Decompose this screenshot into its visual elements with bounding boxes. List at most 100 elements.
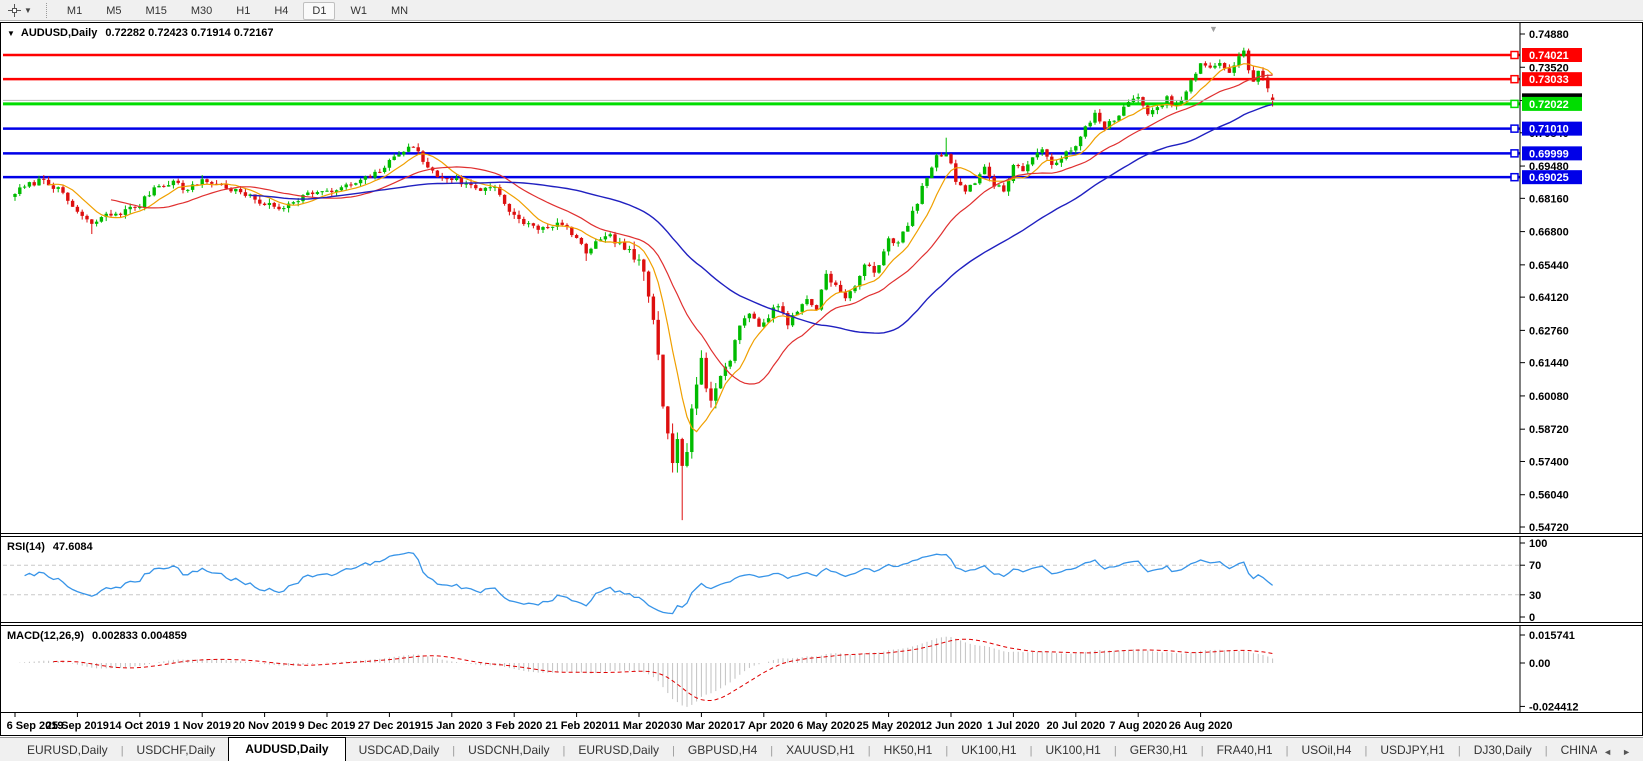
svg-text:0.68160: 0.68160 <box>1529 193 1569 205</box>
ma-line-8 <box>48 63 1274 433</box>
chart-tab-uk100-h1[interactable]: UK100,H1 <box>1032 739 1113 761</box>
svg-text:0.00: 0.00 <box>1529 658 1550 670</box>
svg-text:0.64120: 0.64120 <box>1529 292 1569 304</box>
chart-tab-usdchf-daily[interactable]: USDCHF,Daily <box>124 739 229 761</box>
chart-window: 0.748800.735200.721600.708400.694800.681… <box>0 22 1643 736</box>
svg-text:0.74880: 0.74880 <box>1529 29 1569 41</box>
svg-text:0: 0 <box>1529 612 1535 622</box>
svg-text:26 Aug 2020: 26 Aug 2020 <box>1169 720 1233 732</box>
timeframe-button-mn[interactable]: MN <box>382 2 417 20</box>
symbol-period-label: AUDUSD,Daily <box>20 27 98 39</box>
timeframe-button-h4[interactable]: H4 <box>265 2 297 20</box>
svg-text:25 Sep 2019: 25 Sep 2019 <box>46 720 109 732</box>
chart-tabs-bar: EURUSD,Daily | USDCHF,Daily AUDUSD,Daily USD… <box>0 737 1643 761</box>
svg-text:100: 100 <box>1529 538 1547 550</box>
scroll-marker-icon: ▼ <box>1209 24 1218 34</box>
svg-text:9 Dec 2019: 9 Dec 2019 <box>299 720 356 732</box>
svg-text:6 May 2020: 6 May 2020 <box>797 720 855 732</box>
timeframe-button-m30[interactable]: M30 <box>182 2 221 20</box>
rsi-name: RSI(14) <box>7 541 45 553</box>
macd-histogram <box>19 636 1274 707</box>
timeframe-button-d1[interactable]: D1 <box>303 1 336 20</box>
svg-text:0.69999: 0.69999 <box>1529 148 1569 160</box>
date-labels: 6 Sep 201925 Sep 2019 14 Oct 2019 1 Nov 20… <box>7 713 1233 732</box>
svg-text:0.62760: 0.62760 <box>1529 325 1569 337</box>
chart-tab-usdjpy-h1[interactable]: USDJPY,H1 <box>1367 739 1457 761</box>
chart-tab-audusd-daily[interactable]: AUDUSD,Daily <box>228 737 346 761</box>
level-badge: 0.72022 <box>1510 96 1582 111</box>
svg-text:0.54720: 0.54720 <box>1529 522 1569 533</box>
chart-tab-hk50-h1[interactable]: HK50,H1 <box>871 739 946 761</box>
svg-text:14 Oct 2019: 14 Oct 2019 <box>109 720 170 732</box>
svg-text:1 Jul 2020: 1 Jul 2020 <box>987 720 1040 732</box>
svg-text:0.56040: 0.56040 <box>1529 490 1569 502</box>
chart-tab-eurusd-daily[interactable]: EURUSD,Daily <box>565 739 672 761</box>
rsi-axis[interactable]: 100 70 30 0 <box>1519 537 1547 622</box>
svg-text:30: 30 <box>1529 590 1541 602</box>
chart-tabs: EURUSD,Daily | USDCHF,Daily AUDUSD,Daily USD… <box>0 737 1597 761</box>
macd-indicator-chart[interactable]: 0.015741 0.00 -0.024412 <box>1 626 1642 712</box>
crosshair-icon <box>8 3 21 17</box>
svg-text:15 Jan 2020: 15 Jan 2020 <box>421 720 483 732</box>
macd-name: MACD(12,26,9) <box>7 630 85 642</box>
crosshair-tool-button[interactable]: ▼ <box>4 3 36 18</box>
timeframe-toolbar: ▼ M1 M5 M15 M30 H1 H4 D1 W1 MN <box>0 0 1643 21</box>
chart-tab-china300-h1[interactable]: CHINA300,H1 <box>1548 739 1598 761</box>
svg-text:12 Jun 2020: 12 Jun 2020 <box>920 720 982 732</box>
svg-text:30 Mar 2020: 30 Mar 2020 <box>670 720 732 732</box>
svg-text:0.60080: 0.60080 <box>1529 391 1569 403</box>
rsi-line <box>24 551 1274 615</box>
svg-text:21 Feb 2020: 21 Feb 2020 <box>545 720 607 732</box>
chart-tab-xauusd-h1[interactable]: XAUUSD,H1 <box>773 739 868 761</box>
svg-text:20 Nov 2019: 20 Nov 2019 <box>233 720 297 732</box>
timeframe-button-m15[interactable]: M15 <box>136 2 175 20</box>
level-badge: 0.69025 <box>1510 170 1582 185</box>
chart-tab-eurusd-daily[interactable]: EURUSD,Daily <box>14 739 121 761</box>
svg-text:1 Nov 2019: 1 Nov 2019 <box>173 720 230 732</box>
date-axis[interactable]: 6 Sep 2019 25 Sep 2019 14 Oct 2019 1 Nov 20… <box>1 713 1642 735</box>
level-badge: 0.71010 <box>1510 121 1582 136</box>
svg-text:3 Feb 2020: 3 Feb 2020 <box>486 720 542 732</box>
svg-text:7 Aug 2020: 7 Aug 2020 <box>1109 720 1167 732</box>
svg-text:0.66800: 0.66800 <box>1529 227 1569 239</box>
chart-tab-usdcad-daily[interactable]: USDCAD,Daily <box>346 739 453 761</box>
rsi-indicator-chart[interactable]: 100 70 30 0 <box>1 537 1642 622</box>
svg-text:0.65440: 0.65440 <box>1529 260 1569 272</box>
chart-tab-usdcnh-daily[interactable]: USDCNH,Daily <box>455 739 562 761</box>
chart-tab-dj30-daily[interactable]: DJ30,Daily <box>1461 739 1545 761</box>
timeframe-button-h1[interactable]: H1 <box>227 2 259 20</box>
macd-panel: 0.015741 0.00 -0.024412 MACD(12,26,9) 0.002… <box>1 625 1642 713</box>
svg-text:-0.024412: -0.024412 <box>1529 701 1579 712</box>
scroll-right-icon[interactable]: ► <box>1622 747 1631 757</box>
collapse-arrow-icon[interactable]: ▼ <box>7 29 15 38</box>
timeframe-button-w1[interactable]: W1 <box>341 2 376 20</box>
chart-tab-gbpusd-h4[interactable]: GBPUSD,H4 <box>675 739 770 761</box>
svg-text:25 May 2020: 25 May 2020 <box>856 720 920 732</box>
svg-text:11 Mar 2020: 11 Mar 2020 <box>608 720 670 732</box>
svg-text:0.74021: 0.74021 <box>1529 50 1569 62</box>
macd-values: 0.002833 0.004859 <box>92 630 187 642</box>
timeframe-button-m5[interactable]: M5 <box>97 2 130 20</box>
svg-text:0.57400: 0.57400 <box>1529 456 1569 468</box>
horizontal-level-lines <box>3 53 1520 179</box>
level-badge: 0.74021 <box>1510 48 1582 63</box>
chart-tab-uk100-h1[interactable]: UK100,H1 <box>948 739 1029 761</box>
mt4-terminal: ▼ M1 M5 M15 M30 H1 H4 D1 W1 MN 0.748800.735200.7… <box>0 0 1643 761</box>
chart-tab-ger30-h1[interactable]: GER30,H1 <box>1117 739 1201 761</box>
macd-axis[interactable]: 0.015741 0.00 -0.024412 <box>1519 626 1579 712</box>
rsi-label: RSI(14) 47.6084 <box>7 541 93 553</box>
timeframe-button-m1[interactable]: M1 <box>58 2 91 20</box>
candles <box>13 47 1275 521</box>
svg-text:0.015741: 0.015741 <box>1529 630 1575 642</box>
svg-text:0.71010: 0.71010 <box>1529 124 1569 136</box>
macd-label: MACD(12,26,9) 0.002833 0.004859 <box>7 630 187 642</box>
svg-text:0.73033: 0.73033 <box>1529 74 1569 86</box>
ma-line-50 <box>250 103 1273 334</box>
chart-tab-usoil-h4[interactable]: USOil,H4 <box>1288 739 1364 761</box>
rsi-panel: 100 70 30 0 RSI(14) 47.6084 <box>1 536 1642 623</box>
level-badge: 0.69999 <box>1510 146 1582 161</box>
timeframe-buttons: M1 M5 M15 M30 H1 H4 D1 W1 MN <box>55 1 420 20</box>
candlestick-chart[interactable]: 0.748800.735200.721600.708400.694800.681… <box>1 23 1642 533</box>
chart-tab-fra40-h1[interactable]: FRA40,H1 <box>1204 739 1286 761</box>
scroll-left-icon[interactable]: ◄ <box>1603 747 1612 757</box>
